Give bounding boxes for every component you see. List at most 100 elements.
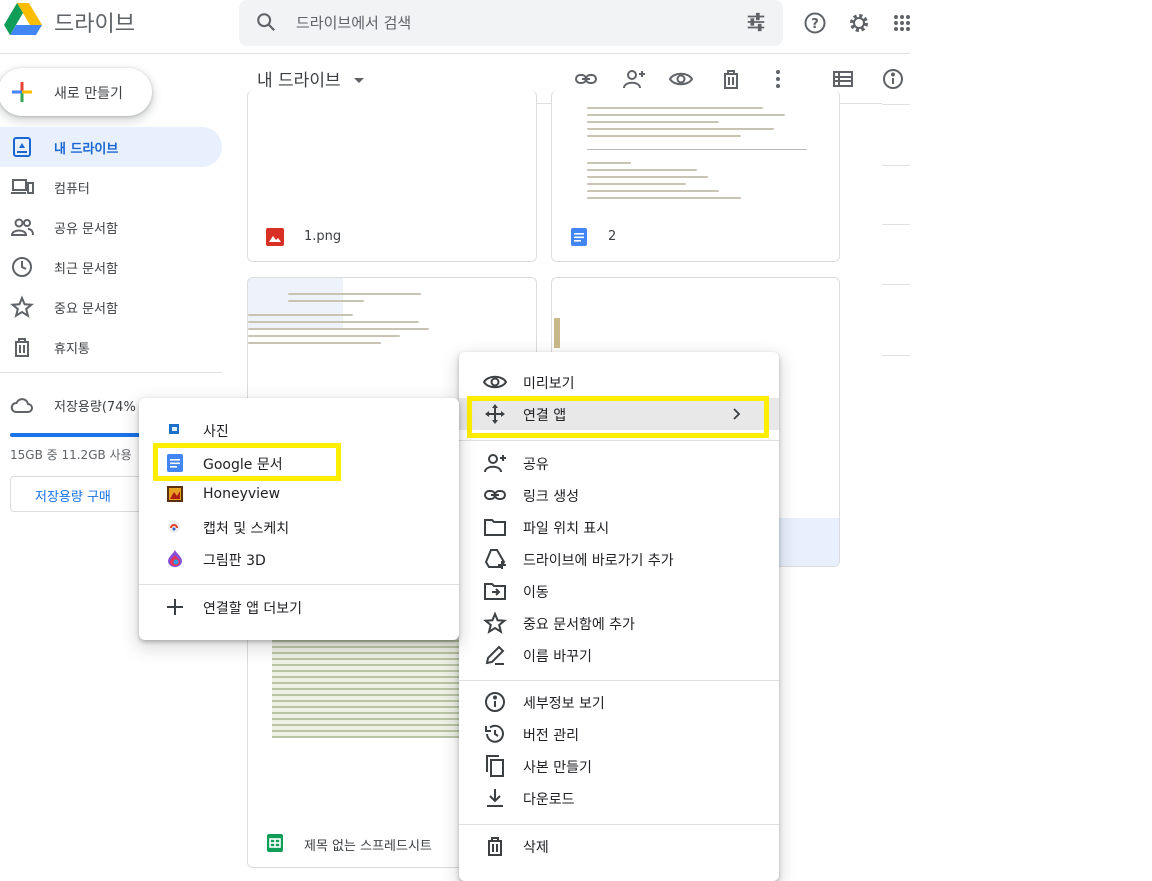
file-card-footer: 2 [552, 213, 839, 261]
menu-item-make-copy[interactable]: 사본 만들기 [459, 750, 779, 782]
side-panel-divider [882, 165, 910, 166]
side-panel-divider [882, 355, 910, 356]
menu-divider [459, 824, 779, 825]
menu-item-label: 이름 바꾸기 [523, 649, 592, 665]
file-name: 2 [608, 229, 617, 244]
file-card-1png[interactable]: 1.png [247, 90, 537, 262]
honeyview-icon [167, 486, 183, 502]
new-button[interactable]: 새로 만들기 [0, 68, 152, 116]
app-item-photos[interactable]: 사진 [139, 414, 459, 446]
sidebar-item-computer[interactable]: 컴퓨터 [0, 167, 222, 207]
image-file-icon [266, 228, 284, 246]
drive-logo-icon[interactable] [4, 2, 42, 38]
plus-icon [10, 80, 34, 104]
folder-icon [483, 515, 507, 539]
dropdown-arrow-icon [354, 78, 365, 84]
thumbnail-fragment [554, 318, 560, 348]
menu-item-share[interactable]: 공유 [459, 447, 779, 479]
svg-text:?: ? [811, 17, 819, 32]
snip-sketch-icon [167, 520, 181, 534]
sidebar-item-recent[interactable]: 최근 문서함 [0, 247, 222, 287]
top-header: 드라이브 드라이브에서 검색 ? [0, 0, 910, 54]
info-icon[interactable] [881, 67, 905, 91]
menu-item-label: 버전 관리 [523, 728, 579, 744]
menu-item-download[interactable]: 다운로드 [459, 782, 779, 814]
settings-gear-icon[interactable] [847, 11, 871, 35]
search-bar[interactable]: 드라이브에서 검색 [239, 0, 783, 46]
menu-item-details[interactable]: 세부정보 보기 [459, 686, 779, 718]
sidebar-item-label: 휴지통 [54, 342, 90, 357]
menu-item-label: 삭제 [523, 840, 549, 856]
menu-item-show-location[interactable]: 파일 위치 표시 [459, 511, 779, 543]
photos-app-icon [167, 422, 181, 436]
app-item-honeyview[interactable]: Honeyview [139, 479, 459, 511]
menu-item-versions[interactable]: 버전 관리 [459, 718, 779, 750]
menu-item-label: 다운로드 [523, 792, 575, 808]
side-panel-divider [882, 104, 910, 105]
star-icon [483, 611, 507, 635]
sidebar-item-label: 컴퓨터 [54, 182, 90, 197]
sidebar-item-label: 최근 문서함 [54, 262, 118, 277]
history-icon [483, 722, 507, 746]
sidebar-item-label: 내 드라이브 [54, 142, 119, 157]
page-title: 내 드라이브 [257, 71, 341, 91]
sidebar-item-label: 공유 문서함 [54, 222, 118, 237]
star-icon [10, 295, 34, 319]
google-docs-file-icon [570, 228, 588, 246]
buy-storage-button[interactable]: 저장용량 구매 [10, 476, 150, 512]
menu-divider [139, 584, 459, 585]
file-name: 1.png [304, 229, 342, 244]
my-drive-icon [10, 135, 34, 159]
sheet-thumbnail [272, 638, 462, 738]
menu-item-delete[interactable]: 삭제 [459, 830, 779, 862]
menu-item-label: 미리보기 [523, 376, 575, 392]
sidebar-item-my-drive[interactable]: 내 드라이브 [0, 127, 222, 167]
apps-grid-icon[interactable] [893, 14, 917, 38]
help-icon[interactable]: ? [803, 11, 827, 35]
rename-icon [483, 643, 507, 667]
highlight-open-with [467, 396, 769, 438]
app-item-paint3d[interactable]: 그림판 3D [139, 543, 459, 575]
menu-item-add-shortcut[interactable]: 드라이브에 바로가기 추가 [459, 543, 779, 575]
download-icon [483, 786, 507, 810]
sidebar-item-shared[interactable]: 공유 문서함 [0, 207, 222, 247]
more-vert-icon[interactable] [766, 67, 790, 91]
menu-item-move[interactable]: 이동 [459, 575, 779, 607]
search-options-icon[interactable] [745, 11, 767, 33]
file-card-footer: 1.png [248, 213, 536, 261]
trash-icon [10, 335, 34, 359]
breadcrumb[interactable]: 내 드라이브 [257, 66, 365, 91]
computer-icon [10, 175, 34, 199]
menu-item-add-starred[interactable]: 중요 문서함에 추가 [459, 607, 779, 639]
new-button-label: 새로 만들기 [54, 86, 123, 102]
menu-item-label: 파일 위치 표시 [523, 521, 610, 537]
menu-item-rename[interactable]: 이름 바꾸기 [459, 639, 779, 671]
doc-thumbnail [587, 102, 807, 204]
delete-icon[interactable] [719, 67, 743, 91]
sidebar-item-trash[interactable]: 휴지통 [0, 327, 222, 367]
sidebar-item-starred[interactable]: 중요 문서함 [0, 287, 222, 327]
link-icon[interactable] [574, 67, 598, 91]
search-input[interactable]: 드라이브에서 검색 [296, 12, 411, 33]
list-view-icon[interactable] [831, 67, 855, 91]
plus-icon [165, 597, 185, 617]
doc-thumbnail [248, 288, 438, 349]
add-shortcut-icon [483, 547, 507, 571]
app-item-label: 그림판 3D [203, 553, 266, 569]
menu-item-get-link[interactable]: 링크 생성 [459, 479, 779, 511]
app-item-label: 캡처 및 스케치 [203, 521, 290, 537]
share-person-icon [483, 451, 507, 475]
search-icon[interactable] [255, 11, 277, 33]
sidebar-divider [0, 372, 222, 373]
share-person-icon[interactable] [622, 67, 646, 91]
file-card-2[interactable]: 2 [551, 90, 840, 262]
app-item-label: 연결할 앱 더보기 [203, 601, 303, 617]
menu-item-label: 드라이브에 바로가기 추가 [523, 553, 674, 569]
menu-item-preview[interactable]: 미리보기 [459, 366, 779, 398]
preview-eye-icon[interactable] [669, 67, 693, 91]
menu-item-label: 링크 생성 [523, 489, 579, 505]
app-item-more-apps[interactable]: 연결할 앱 더보기 [139, 591, 459, 623]
storage-progress-bar [10, 433, 140, 437]
app-item-snip-sketch[interactable]: 캡처 및 스케치 [139, 511, 459, 543]
cloud-icon [10, 393, 34, 417]
